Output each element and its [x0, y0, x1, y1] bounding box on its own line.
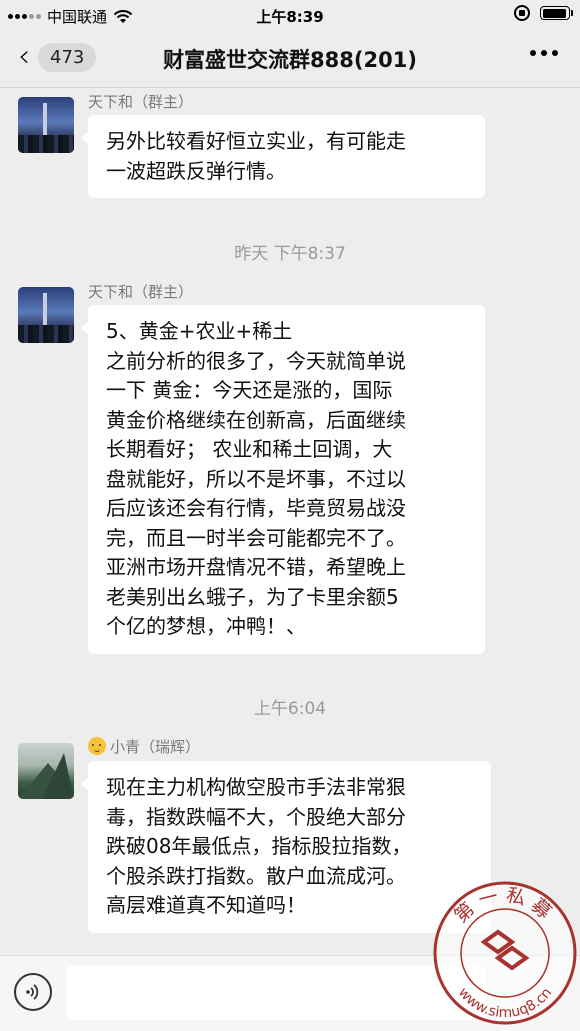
sender-name: 小青（瑞辉） — [88, 736, 200, 757]
sender-name: 天下和（群主） — [88, 283, 194, 301]
child-face-icon — [88, 737, 106, 755]
timestamp: 上午6:04 — [253, 699, 327, 719]
battery-level — [542, 8, 567, 18]
message-bubble[interactable]: 5、黄金+农业+稀土 之前分析的很多了，今天就简单说 一下 黄金：今天还是涨的，… — [81, 305, 485, 654]
avatar[interactable] — [18, 97, 74, 153]
avatar[interactable] — [18, 743, 74, 799]
chat-message-list[interactable]: 天下和（群主） 另外比较看好恒立实业，有可能走 一波超跌反弹行情。 昨天 下午8… — [0, 88, 580, 955]
status-right — [514, 5, 573, 21]
nav-bar: ‹ 473 财富盛世交流群888(201) — [0, 30, 580, 88]
sender-name: 天下和（群主） — [88, 93, 194, 111]
status-bar: 中国联通 上午8:39 — [0, 0, 580, 30]
battery-icon — [540, 6, 573, 20]
timestamp: 昨天 下午8:37 — [234, 244, 346, 264]
more-options-icon[interactable] — [530, 50, 558, 56]
message-bubble[interactable]: 现在主力机构做空股市手法非常狠 毒，指数跌幅不大，个股绝大部分 跌破08年最低点… — [81, 761, 491, 933]
message-input[interactable] — [66, 966, 486, 1020]
chat-title: 财富盛世交流群888(201) — [163, 48, 417, 72]
sender-name-text: 小青（瑞辉） — [110, 738, 201, 756]
sound-wave-icon — [26, 984, 39, 1000]
status-time: 上午8:39 — [256, 8, 324, 26]
rotation-lock-icon — [514, 5, 530, 21]
voice-input-icon[interactable] — [14, 973, 52, 1011]
message-bubble[interactable]: 另外比较看好恒立实业，有可能走 一波超跌反弹行情。 — [81, 115, 485, 198]
avatar[interactable] — [18, 287, 74, 343]
watermark-seal: 第一私募 www.simuq8.cn — [433, 881, 577, 1025]
